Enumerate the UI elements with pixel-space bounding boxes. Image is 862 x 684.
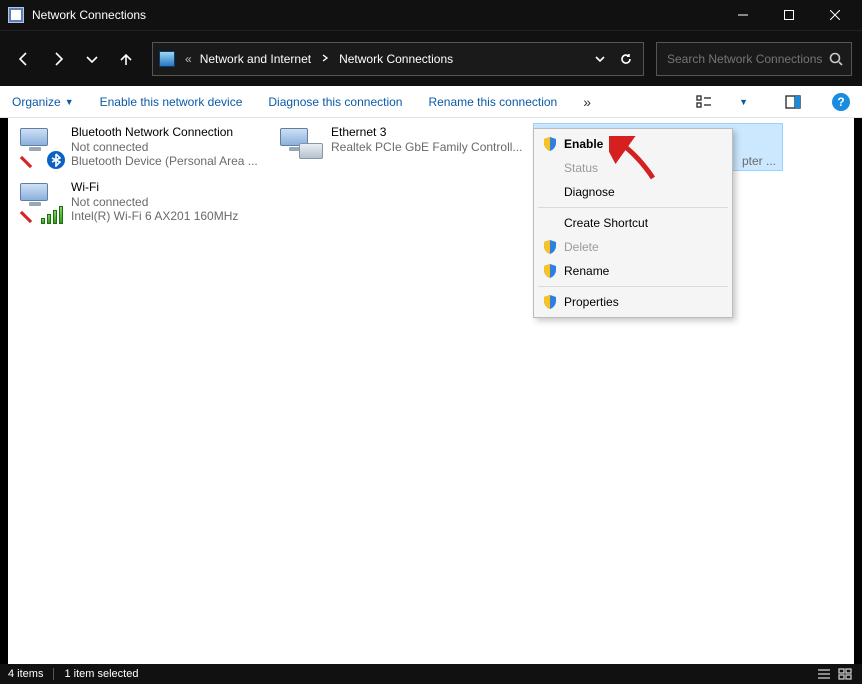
back-button[interactable] xyxy=(10,45,38,73)
uac-shield-icon xyxy=(542,263,558,279)
status-bar: 4 items 1 item selected xyxy=(0,664,862,684)
location-icon xyxy=(159,51,175,67)
window-icon xyxy=(8,7,24,23)
enable-device-button[interactable]: Enable this network device xyxy=(100,95,243,109)
large-icons-view-button[interactable] xyxy=(836,667,854,681)
view-caret-icon[interactable]: ▼ xyxy=(739,97,748,107)
uac-shield-icon xyxy=(542,239,558,255)
rename-connection-button[interactable]: Rename this connection xyxy=(428,95,557,109)
forward-button[interactable] xyxy=(44,45,72,73)
refresh-button[interactable] xyxy=(613,46,639,72)
status-selection-count: 1 item selected xyxy=(64,668,138,680)
connection-name: Wi-Fi xyxy=(71,180,238,195)
menu-separator xyxy=(538,207,728,208)
up-button[interactable] xyxy=(112,45,140,73)
connection-wifi[interactable]: Wi-Fi Not connected Intel(R) Wi-Fi 6 AX2… xyxy=(13,178,263,226)
search-input[interactable] xyxy=(665,51,829,67)
breadcrumb-seg-network-and-internet[interactable]: Network and Internet xyxy=(196,50,315,68)
context-menu-label: Create Shortcut xyxy=(564,216,648,230)
connection-status: Not connected xyxy=(71,140,258,155)
organize-menu[interactable]: Organize ▼ xyxy=(12,95,74,109)
context-menu-label: Status xyxy=(564,161,598,175)
context-menu-label: Properties xyxy=(564,295,619,309)
wifi-signal-icon xyxy=(41,206,63,224)
organize-label: Organize xyxy=(12,95,61,109)
connection-bluetooth[interactable]: Bluetooth Network Connection Not connect… xyxy=(13,123,263,171)
adapter-icon xyxy=(17,180,65,224)
address-history-button[interactable] xyxy=(587,46,613,72)
title-bar: Network Connections xyxy=(0,0,862,30)
status-separator xyxy=(53,668,54,680)
bluetooth-icon xyxy=(47,151,65,169)
content-area[interactable]: Bluetooth Network Connection Not connect… xyxy=(8,118,854,664)
connection-status: Not connected xyxy=(71,195,238,210)
search-icon xyxy=(829,52,843,66)
address-bar[interactable]: « Network and Internet Network Connectio… xyxy=(152,42,644,76)
window-title: Network Connections xyxy=(32,8,146,22)
maximize-button[interactable] xyxy=(766,0,812,30)
uac-shield-icon xyxy=(542,294,558,310)
diagnose-button[interactable]: Diagnose this connection xyxy=(268,95,402,109)
caret-down-icon: ▼ xyxy=(65,97,74,107)
breadcrumb-prefix: « xyxy=(181,50,196,68)
uac-shield-icon xyxy=(542,136,558,152)
context-menu-create-shortcut[interactable]: Create Shortcut xyxy=(536,211,730,235)
connection-device: Bluetooth Device (Personal Area ... xyxy=(71,154,258,169)
help-button[interactable]: ? xyxy=(832,93,850,111)
preview-pane-button[interactable] xyxy=(784,93,802,111)
menu-separator xyxy=(538,286,728,287)
chevron-right-icon xyxy=(315,53,335,65)
breadcrumb-seg-network-connections[interactable]: Network Connections xyxy=(335,50,457,68)
command-bar: Organize ▼ Enable this network device Di… xyxy=(0,86,862,118)
connection-device: Intel(R) Wi-Fi 6 AX201 160MHz xyxy=(71,209,238,224)
minimize-button[interactable] xyxy=(720,0,766,30)
view-options-button[interactable] xyxy=(695,93,713,111)
context-menu-properties[interactable]: Properties xyxy=(536,290,730,314)
context-menu-label: Enable xyxy=(564,137,603,151)
adapter-icon xyxy=(277,125,325,169)
status-item-count: 4 items xyxy=(8,668,43,680)
connection-ethernet-3[interactable]: Ethernet 3 Realtek PCIe GbE Family Contr… xyxy=(273,123,523,171)
more-commands-button[interactable]: » xyxy=(583,94,591,110)
connection-device-fragment: pter ... xyxy=(742,154,776,168)
context-menu-label: Delete xyxy=(564,240,599,254)
recent-locations-button[interactable] xyxy=(78,45,106,73)
context-menu-label: Rename xyxy=(564,264,609,278)
context-menu-rename[interactable]: Rename xyxy=(536,259,730,283)
connection-device: Realtek PCIe GbE Family Controll... xyxy=(331,140,522,155)
connection-name: Bluetooth Network Connection xyxy=(71,125,258,140)
annotation-arrow-icon xyxy=(609,136,661,185)
adapter-icon xyxy=(17,125,65,169)
context-menu-delete: Delete xyxy=(536,235,730,259)
nav-row: « Network and Internet Network Connectio… xyxy=(0,30,862,86)
disabled-x-icon xyxy=(19,210,33,224)
search-box[interactable] xyxy=(656,42,852,76)
context-menu-label: Diagnose xyxy=(564,185,615,199)
close-button[interactable] xyxy=(812,0,858,30)
details-view-button[interactable] xyxy=(815,667,833,681)
connection-name: Ethernet 3 xyxy=(331,125,522,140)
disabled-x-icon xyxy=(19,155,33,169)
